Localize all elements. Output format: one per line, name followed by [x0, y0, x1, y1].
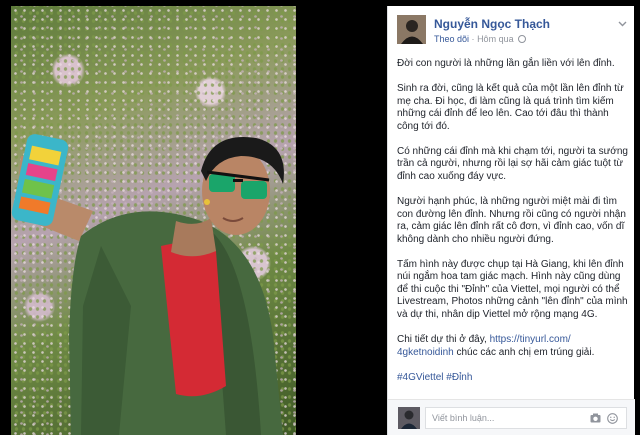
camera-icon[interactable] [590, 413, 601, 423]
commenter-avatar-image [398, 407, 420, 429]
hashtag-4gviettel[interactable]: #4GViettel [397, 372, 444, 383]
details-paragraph: Chi tiết dự thi ở đây, https://tinyurl.c… [397, 334, 629, 359]
post-photo[interactable] [11, 6, 296, 435]
comment-bar: Viết bình luận... [388, 400, 635, 435]
post-meta: Theo dõi · Hôm qua [434, 34, 527, 44]
hashtag-dinh[interactable]: #Đỉnh [446, 372, 472, 383]
details-suffix: chúc các anh chị em trúng giải. [456, 346, 595, 358]
comment-placeholder: Viết bình luận... [432, 413, 495, 423]
post-panel: Nguyễn Ngọc Thạch Theo dõi · Hôm qua Đời… [387, 6, 635, 435]
meta-separator: · [471, 34, 475, 44]
paragraph: Tấm hình này được chụp tại Hà Giang, khi… [397, 258, 628, 321]
smiley-icon[interactable] [607, 413, 618, 424]
paragraph: Sinh ra đời, cũng là kết quả của một lần… [397, 82, 624, 132]
hashtags: #4GViettel #Đỉnh [397, 372, 629, 385]
post-header: Nguyễn Ngọc Thạch Theo dõi · Hôm qua [397, 15, 627, 47]
commenter-avatar [398, 407, 420, 429]
paragraph: Người hạnh phúc, là những người miệt mài… [397, 195, 626, 245]
details-link[interactable]: https://tinyurl.com/ [490, 334, 571, 345]
post-timestamp[interactable]: Hôm qua [477, 34, 514, 44]
globe-icon [518, 35, 527, 43]
details-link-path[interactable]: 4gketnoidinh [397, 347, 454, 358]
author-name[interactable]: Nguyễn Ngọc Thạch [434, 17, 550, 31]
details-prefix: Chi tiết dự thi ở đây, [397, 334, 487, 346]
author-avatar[interactable] [397, 15, 426, 44]
photo-viewer-stage [0, 0, 384, 435]
follow-link[interactable]: Theo dõi [434, 34, 469, 44]
post-body: Đời con người là những lần gắn liền với … [397, 58, 629, 397]
avatar-image [397, 15, 426, 44]
comment-input[interactable]: Viết bình luận... [425, 407, 627, 429]
person-selfie-illustration [11, 134, 284, 435]
paragraph: Đời con người là những lần gắn liền với … [397, 58, 615, 69]
chevron-down-icon[interactable] [618, 19, 627, 28]
paragraph: Có những cái đỉnh mà khi chạm tới, người… [397, 145, 628, 182]
